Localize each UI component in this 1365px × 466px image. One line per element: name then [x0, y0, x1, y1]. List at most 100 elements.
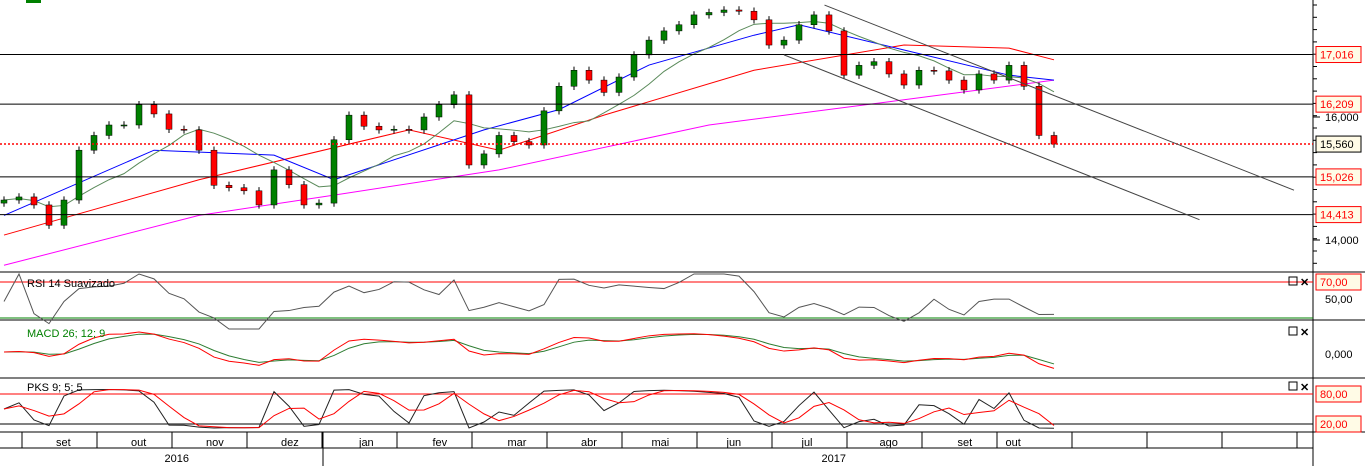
levels-layer — [0, 4, 1313, 221]
candle — [585, 70, 593, 81]
year-label: 2017 — [822, 453, 846, 465]
candle — [660, 30, 668, 41]
candle — [555, 86, 563, 112]
ma-short — [3, 20, 1055, 208]
rsi-mid-label: 50,00 — [1325, 294, 1353, 306]
grid-layer — [0, 0, 1365, 466]
candle — [420, 116, 428, 131]
candle — [300, 184, 308, 206]
ma-blue — [3, 24, 1055, 216]
level-label: 17,016 — [1320, 50, 1354, 62]
marker — [26, 0, 41, 3]
month-label: dez — [281, 437, 299, 449]
candle — [750, 10, 758, 21]
close-icon[interactable]: ✕ — [1300, 277, 1309, 289]
month-label: jul — [801, 437, 813, 449]
candle — [165, 113, 173, 130]
candle — [30, 196, 38, 206]
month-label: set — [958, 437, 973, 449]
month-label: jun — [726, 437, 742, 449]
candle — [570, 70, 578, 87]
candle — [15, 196, 23, 201]
candle — [645, 39, 653, 56]
candle — [690, 14, 698, 25]
candle — [810, 14, 818, 25]
candle — [735, 9, 743, 12]
candle — [960, 79, 968, 91]
candle — [330, 139, 338, 204]
candle — [435, 104, 443, 118]
candle — [150, 104, 158, 115]
level-label: 16,209 — [1320, 99, 1354, 111]
candle — [510, 135, 518, 142]
year-label: 2016 — [165, 453, 189, 465]
maximize-icon[interactable] — [1288, 381, 1298, 391]
candle — [765, 19, 773, 46]
month-label: abr — [581, 437, 597, 449]
candle — [225, 185, 233, 188]
candle — [180, 129, 188, 131]
candle — [705, 12, 713, 16]
candle — [870, 61, 878, 66]
candle — [855, 65, 863, 76]
candle — [120, 124, 128, 127]
trend-line — [824, 4, 1295, 191]
candle — [600, 79, 608, 93]
rsi-title[interactable]: RSI 14 Suavizado — [27, 278, 115, 290]
month-label: fev — [433, 437, 448, 449]
month-label: mai — [652, 437, 670, 449]
candle — [975, 73, 983, 91]
level-label: 14,413 — [1320, 210, 1354, 222]
candle — [1035, 86, 1043, 136]
ma-magenta — [3, 79, 1055, 266]
candle — [0, 199, 8, 204]
candle — [75, 149, 83, 201]
pks-lower-label: 20,00 — [1320, 419, 1348, 431]
candle — [675, 24, 683, 32]
candle — [360, 114, 368, 127]
pks-title[interactable]: PKS 9; 5; 5 — [27, 382, 83, 394]
candle — [540, 110, 548, 146]
pks-upper-label: 80,00 — [1320, 389, 1348, 401]
candle — [630, 54, 638, 78]
candle — [255, 190, 263, 206]
macd-signal-line — [3, 333, 1055, 365]
macd-zero-label: 0,000 — [1325, 349, 1353, 361]
level-label: 15,026 — [1320, 172, 1354, 184]
candle — [240, 187, 248, 192]
maximize-icon[interactable] — [1288, 326, 1298, 336]
candle — [885, 61, 893, 75]
candle — [780, 39, 788, 46]
maximize-icon[interactable] — [1288, 276, 1298, 286]
pks-d-line — [3, 389, 1055, 429]
candle — [375, 125, 383, 131]
candle — [795, 24, 803, 41]
candle — [60, 199, 68, 226]
close-icon[interactable]: ✕ — [1300, 327, 1309, 339]
candle — [825, 14, 833, 32]
macd-title[interactable]: MACD 26; 12; 9 — [27, 328, 105, 340]
candle — [720, 9, 728, 13]
price-tick-label: 14,000 — [1325, 235, 1359, 247]
month-label: mar — [508, 437, 527, 449]
candle — [450, 94, 458, 105]
candle — [465, 94, 473, 166]
candle — [945, 70, 953, 81]
candle — [195, 129, 203, 151]
month-label: out — [131, 437, 146, 449]
candle — [135, 104, 143, 126]
candle — [210, 149, 218, 186]
rsi-level-label: 70,00 — [1320, 277, 1348, 289]
candle — [270, 169, 278, 206]
candle — [480, 153, 488, 166]
price-tick-label: 16,000 — [1325, 112, 1359, 124]
month-label: set — [56, 437, 71, 449]
close-icon[interactable]: ✕ — [1300, 382, 1309, 394]
month-label: ago — [880, 437, 898, 449]
candle — [615, 76, 623, 93]
stock-chart: 16,000 14,000 17,016 16,209 15,026 14,413 15,5… — [0, 0, 1365, 466]
candle — [405, 129, 413, 131]
candle — [915, 70, 923, 86]
month-label: out — [1006, 437, 1021, 449]
candle — [900, 73, 908, 86]
